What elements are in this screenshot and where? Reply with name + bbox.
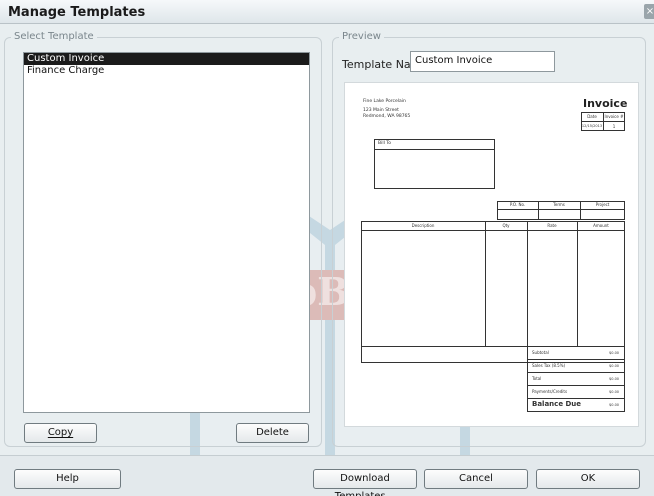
ok-button[interactable]: OK <box>536 469 640 489</box>
col-divider-2 <box>527 221 528 363</box>
col-divider-1 <box>485 221 486 346</box>
delete-button[interactable]: Delete <box>236 423 309 443</box>
col-qty: Qty <box>502 223 510 228</box>
company-line-1: Fine Lake Porcelain <box>363 99 406 104</box>
title-bar: Manage Templates × <box>0 0 654 24</box>
invoice-no-value: 1 <box>612 124 616 129</box>
bill-to-label: Bill To <box>378 141 392 146</box>
col-divider-3 <box>577 221 578 346</box>
sales-tax-value: $0.00 <box>609 364 620 368</box>
summary-divider-3 <box>527 385 625 386</box>
project-header: Project <box>595 202 610 207</box>
date-header: Date <box>587 114 597 119</box>
list-item-finance-charge[interactable]: Finance Charge <box>24 65 309 77</box>
po-header: P.O. No. <box>509 202 526 207</box>
payments-label: Payments/Credits <box>532 389 568 394</box>
help-button[interactable]: Help <box>14 469 121 489</box>
summary-divider-1 <box>527 359 625 360</box>
template-list[interactable]: Custom Invoice Finance Charge <box>23 52 310 413</box>
cancel-button[interactable]: Cancel <box>424 469 528 489</box>
bill-to-divider <box>374 149 495 150</box>
subtotal-label: Subtotal <box>532 350 549 355</box>
preview-legend: Preview <box>339 31 384 42</box>
close-icon[interactable]: × <box>644 4 654 19</box>
template-name-field[interactable]: Custom Invoice <box>410 51 555 72</box>
line-items-table <box>361 221 625 363</box>
payments-value: $0.00 <box>609 390 620 394</box>
invoice-title: Invoice <box>583 97 628 110</box>
window-title: Manage Templates <box>8 5 146 20</box>
sales-tax-label: Sales Tax (8.5%) <box>532 363 566 368</box>
col-amount: Amount <box>593 223 609 228</box>
terms-header: Terms <box>553 202 565 207</box>
col-description: Description <box>411 223 435 228</box>
copy-button[interactable]: Copy <box>24 423 97 443</box>
bill-to-box <box>374 139 495 189</box>
select-template-legend: Select Template <box>11 31 97 42</box>
list-item-custom-invoice[interactable]: Custom Invoice <box>24 53 309 65</box>
download-templates-button[interactable]: Download Templates... <box>313 469 417 496</box>
line-items-header-divider <box>361 230 625 231</box>
total-value: $0.00 <box>609 377 620 381</box>
summary-divider-4 <box>527 398 625 399</box>
total-label: Total <box>532 376 542 381</box>
date-value: 12/15/2013 <box>581 124 603 128</box>
po-terms-divider-h <box>497 209 625 210</box>
subtotal-value: $0.00 <box>609 351 620 355</box>
invoice-preview: Fine Lake Porcelain 123 Main Street Redm… <box>344 82 639 427</box>
summary-divider-2 <box>527 372 625 373</box>
invoice-no-header: Invoice # <box>604 114 624 119</box>
balance-due-label: Balance Due <box>532 400 582 408</box>
balance-due-value: $0.00 <box>609 403 620 407</box>
company-line-2: 123 Main Street <box>363 108 399 113</box>
company-line-3: Redmond, WA 98765 <box>363 114 411 119</box>
col-rate: Rate <box>547 223 557 228</box>
